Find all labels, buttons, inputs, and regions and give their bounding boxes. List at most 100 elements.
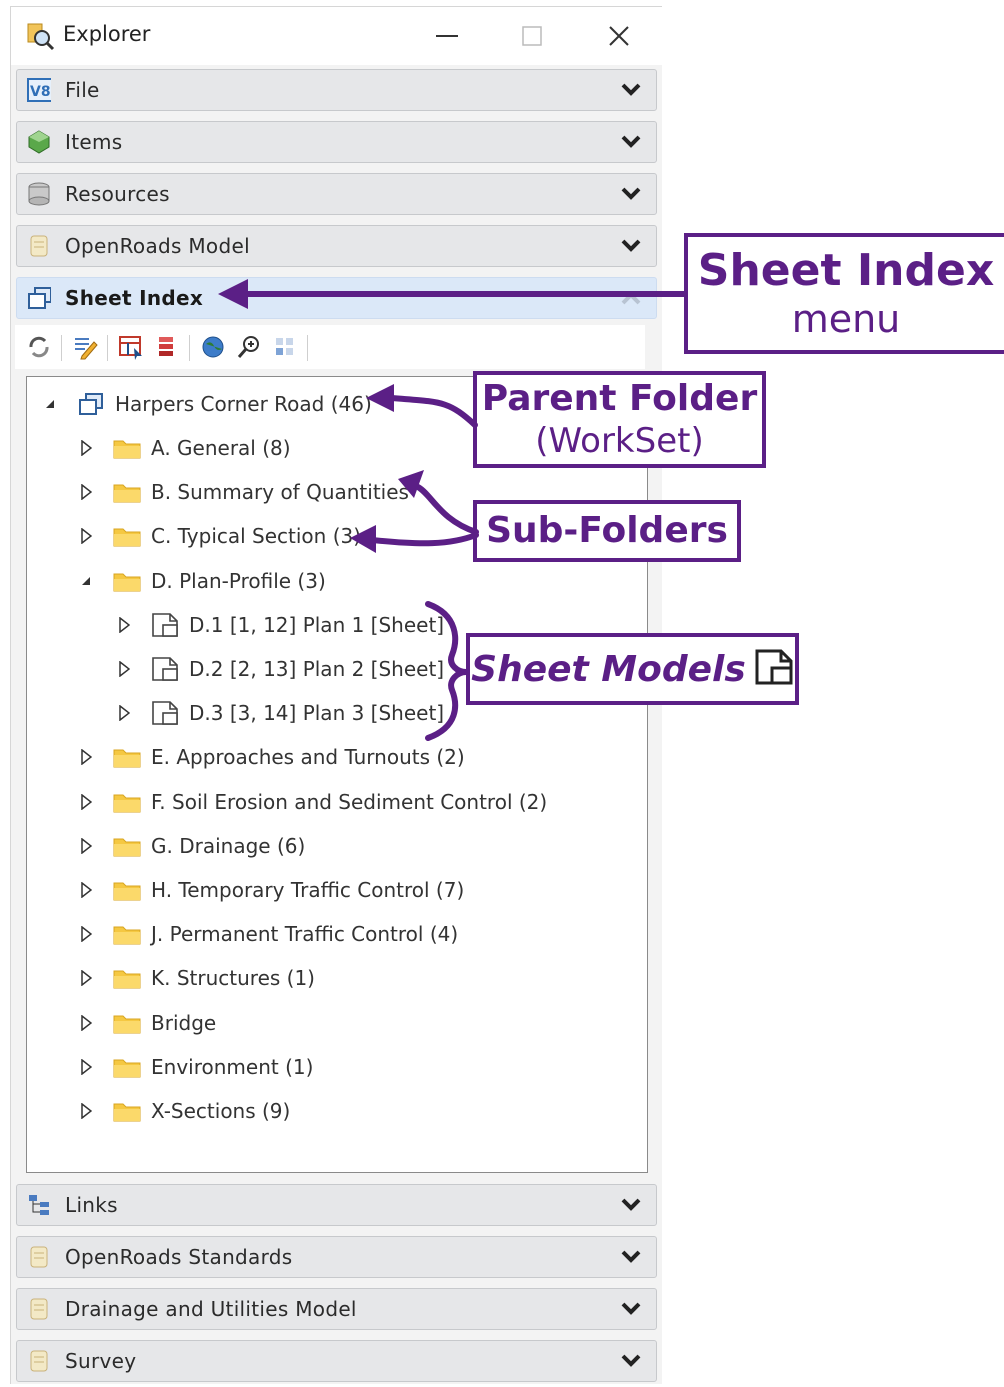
close-button[interactable] <box>599 17 639 55</box>
tree-item-label: A. General (8) <box>151 436 291 460</box>
sheet-model-icon <box>151 612 179 638</box>
minimize-button[interactable] <box>427 17 467 55</box>
tree-sheet-item[interactable]: D.2 [2, 13] Plan 2 [Sheet] <box>115 654 444 684</box>
folder-icon <box>113 1098 141 1124</box>
tree-item-label: G. Drainage (6) <box>151 833 306 858</box>
callout-title: Sheet Models <box>471 648 746 690</box>
chevron-down-icon <box>620 82 642 98</box>
panel-survey[interactable]: Survey <box>16 1340 657 1382</box>
folder-icon <box>113 921 141 947</box>
document-cylinder-icon <box>27 1349 51 1373</box>
collapsed-arrow-icon[interactable] <box>115 704 133 722</box>
tree-folder-item[interactable]: C. Typical Section (3) <box>77 521 361 551</box>
collapsed-arrow-icon[interactable] <box>115 660 133 678</box>
panel-label: Drainage and Utilities Model <box>65 1297 357 1321</box>
tree-folder-item[interactable]: Environment (1) <box>77 1052 313 1082</box>
tree-folder-item[interactable]: D. Plan-Profile (3) <box>77 566 326 596</box>
collapsed-arrow-icon[interactable] <box>77 1014 95 1032</box>
panel-items[interactable]: Items <box>16 121 657 163</box>
chevron-down-icon <box>620 134 642 150</box>
tree-item-label: K. Structures (1) <box>151 966 315 991</box>
table-select-icon[interactable] <box>117 333 145 361</box>
toolbar-separator <box>107 335 108 361</box>
document-cylinder-icon <box>27 234 51 258</box>
toolbar-separator <box>61 335 62 361</box>
panel-openroads-model[interactable]: OpenRoads Model <box>16 225 657 267</box>
tree-folder-item[interactable]: G. Drainage (6) <box>77 831 305 861</box>
chevron-down-icon <box>620 1353 642 1369</box>
svg-text:V8: V8 <box>30 84 51 100</box>
panel-openroads-standards[interactable]: OpenRoads Standards <box>16 1236 657 1278</box>
panel-label: Links <box>65 1193 118 1217</box>
tree-folder-item[interactable]: E. Approaches and Turnouts (2) <box>77 742 465 772</box>
tree-folder-item[interactable]: A. General (8) <box>77 433 291 463</box>
collapsed-arrow-icon[interactable] <box>77 439 95 457</box>
folder-icon <box>113 1010 141 1036</box>
folder-icon <box>113 479 141 505</box>
sheet-model-icon <box>151 656 179 682</box>
folder-icon <box>113 435 141 461</box>
v8-file-icon: V8 <box>27 78 51 102</box>
tree-item-label: Bridge <box>151 1010 217 1035</box>
chevron-up-icon <box>620 290 642 306</box>
expanded-arrow-icon[interactable] <box>41 395 59 413</box>
resources-icon <box>27 182 51 206</box>
panel-label: Items <box>65 130 123 154</box>
collapsed-arrow-icon[interactable] <box>77 748 95 766</box>
collapsed-arrow-icon[interactable] <box>77 1102 95 1120</box>
tree-folder-item[interactable]: F. Soil Erosion and Sediment Control (2) <box>77 787 547 817</box>
expanded-arrow-icon[interactable] <box>77 572 95 590</box>
folder-icon <box>113 523 141 549</box>
callout-parent-folder: Parent Folder (WorkSet) <box>473 371 766 468</box>
tree-item-label: D.2 [2, 13] Plan 2 [Sheet] <box>189 657 445 681</box>
refresh-icon[interactable] <box>25 333 53 361</box>
tree-folder-item[interactable]: J. Permanent Traffic Control (4) <box>77 919 458 949</box>
tree-folder-item[interactable]: B. Summary of Quantities <box>77 477 409 507</box>
collapsed-arrow-icon[interactable] <box>77 969 95 987</box>
folder-icon <box>113 789 141 815</box>
chevron-down-icon <box>620 1301 642 1317</box>
tree-folder-item[interactable]: X-Sections (9) <box>77 1096 290 1126</box>
tree-sheet-item[interactable]: D.1 [1, 12] Plan 1 [Sheet] <box>115 610 444 640</box>
panel-sheet-index[interactable]: Sheet Index <box>16 277 657 319</box>
tree-root-item[interactable]: Harpers Corner Road (46) <box>41 389 372 419</box>
chevron-down-icon <box>620 1249 642 1265</box>
sheet-index-icon <box>27 286 51 310</box>
collapsed-arrow-icon[interactable] <box>77 483 95 501</box>
collapsed-arrow-icon[interactable] <box>77 527 95 545</box>
collapsed-arrow-icon[interactable] <box>77 837 95 855</box>
chevron-down-icon <box>620 238 642 254</box>
globe-icon[interactable] <box>199 333 227 361</box>
panel-file[interactable]: V8 File <box>16 69 657 111</box>
grid-icon[interactable] <box>271 333 299 361</box>
tree-folder-item[interactable]: H. Temporary Traffic Control (7) <box>77 875 464 905</box>
links-tree-icon <box>27 1193 51 1217</box>
tree-item-label: E. Approaches and Turnouts (2) <box>151 745 465 770</box>
collapsed-arrow-icon[interactable] <box>77 881 95 899</box>
callout-title: Sub-Folders <box>486 510 728 551</box>
folder-icon <box>113 965 141 991</box>
zoom-icon[interactable] <box>235 333 263 361</box>
collapsed-arrow-icon[interactable] <box>77 1058 95 1076</box>
edit-properties-icon[interactable] <box>71 333 99 361</box>
callout-title: Sheet Index <box>697 245 995 296</box>
folder-icon <box>113 1054 141 1080</box>
tree-sheet-item[interactable]: D.3 [3, 14] Plan 3 [Sheet] <box>115 698 444 728</box>
sheet-model-icon <box>151 700 179 726</box>
maximize-button[interactable] <box>512 17 552 55</box>
stack-icon[interactable] <box>153 333 181 361</box>
panel-links[interactable]: Links <box>16 1184 657 1226</box>
callout-sub-folders: Sub-Folders <box>473 500 741 562</box>
tree-item-label: J. Permanent Traffic Control (4) <box>151 922 459 947</box>
tree-folder-item[interactable]: K. Structures (1) <box>77 963 315 993</box>
panel-drainage-utilities-model[interactable]: Drainage and Utilities Model <box>16 1288 657 1330</box>
collapsed-arrow-icon[interactable] <box>77 793 95 811</box>
document-cylinder-icon <box>27 1297 51 1321</box>
tree-item-label: Harpers Corner Road (46) <box>115 392 372 416</box>
panel-resources[interactable]: Resources <box>16 173 657 215</box>
collapsed-arrow-icon[interactable] <box>115 616 133 634</box>
collapsed-arrow-icon[interactable] <box>77 925 95 943</box>
tree-folder-item[interactable]: Bridge <box>77 1008 216 1038</box>
callout-sheet-models: Sheet Models <box>466 633 799 705</box>
panel-label: Sheet Index <box>65 286 204 310</box>
